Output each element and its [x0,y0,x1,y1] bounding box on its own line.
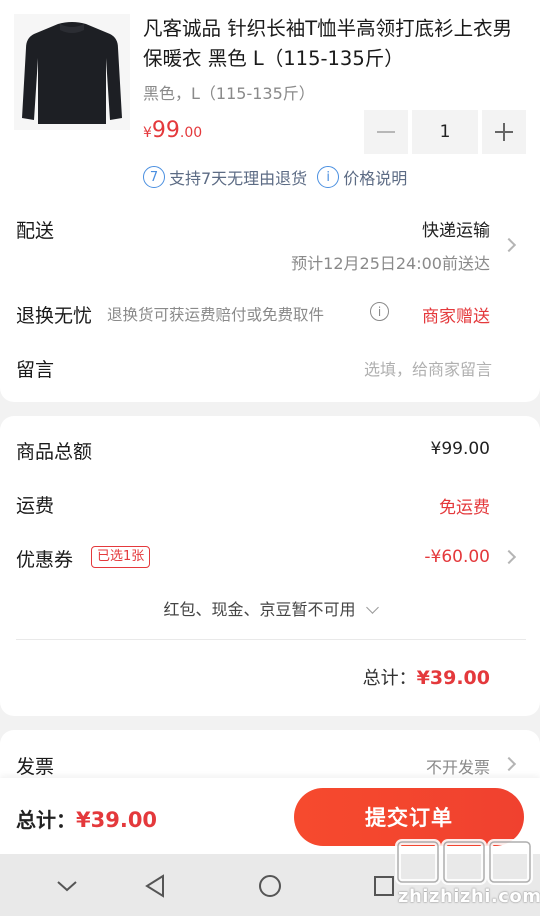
summary-total-label: 总计： [362,668,417,689]
info-icon: i [317,166,340,188]
minus-icon [377,131,395,133]
quantity-input[interactable]: 1 [412,110,478,154]
coupon-selected-badge: 已选1张 [91,546,151,568]
order-confirm-page: 凡客诚品 针织长袖T恤半高领打底衫上衣男保暖衣 黑色 L（115-135斤） 黑… [0,0,540,916]
black-sweater-image [22,22,122,124]
back-button[interactable] [141,872,169,900]
price-integer: 99 [151,118,180,143]
shipping-fee-value: 免运费 [439,498,490,518]
delivery-estimate[interactable]: 预计12月25日24:00前送达 [291,250,490,274]
return-badge: 商家赠送 [422,307,490,327]
chevron-down-icon [57,881,77,892]
return-service-text[interactable]: 支持7天无理由退货 [169,165,307,189]
product-price: ¥99.00 [143,118,202,143]
price-note-link[interactable]: i 价格说明 [317,165,407,189]
checkout-total: 总计：¥39.00 [16,804,157,833]
invoice-label: 发票 [16,756,55,778]
price-decimal: .00 [179,125,203,141]
home-circle-icon [259,875,281,897]
return-description: 退换货可获运费赔付或免费取件 [107,306,325,324]
divider [16,639,526,640]
unavailable-note[interactable]: 红包、现金、京豆暂不可用 [0,596,540,620]
product-image[interactable] [14,14,130,130]
unavailable-note-text: 红包、现金、京豆暂不可用 [163,600,356,619]
summary-total-value: ¥39.00 [416,667,490,689]
chevron-down-icon [365,601,379,614]
shipping-fee-label: 运费 [16,495,55,517]
home-button[interactable] [256,872,284,900]
price-note-text: 价格说明 [343,169,408,188]
service-badges: 7 支持7天无理由退货 i 价格说明 [143,165,407,189]
quantity-stepper: 1 [364,110,526,154]
product-title[interactable]: 凡客诚品 针织长袖T恤半高领打底衫上衣男保暖衣 黑色 L（115-135斤） [143,14,528,74]
message-input[interactable]: 选填，给商家留言 [364,356,492,380]
checkout-total-value: ¥39.00 [76,808,158,832]
goods-total-label: 商品总额 [16,441,93,463]
invoice-value[interactable]: 不开发票 [426,754,490,778]
goods-total-value: ¥99.00 [430,439,490,459]
hide-keyboard-button[interactable] [53,872,81,900]
coupon-value[interactable]: -¥60.00 [424,547,490,567]
delivery-method[interactable]: 快递运输 [422,216,490,241]
price-currency: ¥ [143,125,152,141]
chevron-right-icon[interactable] [501,237,517,253]
info-icon[interactable]: i [370,302,389,321]
return-label: 退换无忧 [16,305,93,327]
coupon-label: 优惠券 [16,549,74,571]
watermark-text: zhizhizhi.com [398,886,540,907]
increase-button[interactable] [482,110,526,154]
seven-day-icon: 7 [143,166,165,188]
product-spec[interactable]: 黑色，L（115-135斤） [143,80,315,104]
plus-icon [495,123,513,141]
delivery-label: 配送 [16,220,55,242]
checkout-total-label: 总计： [16,808,76,832]
summary-total: 总计：¥39.00 [363,664,490,690]
product-card: 凡客诚品 针织长袖T恤半高领打底衫上衣男保暖衣 黑色 L（115-135斤） 黑… [0,0,540,402]
back-triangle-icon [145,874,164,898]
decrease-button[interactable] [364,110,408,154]
message-label: 留言 [16,359,55,381]
